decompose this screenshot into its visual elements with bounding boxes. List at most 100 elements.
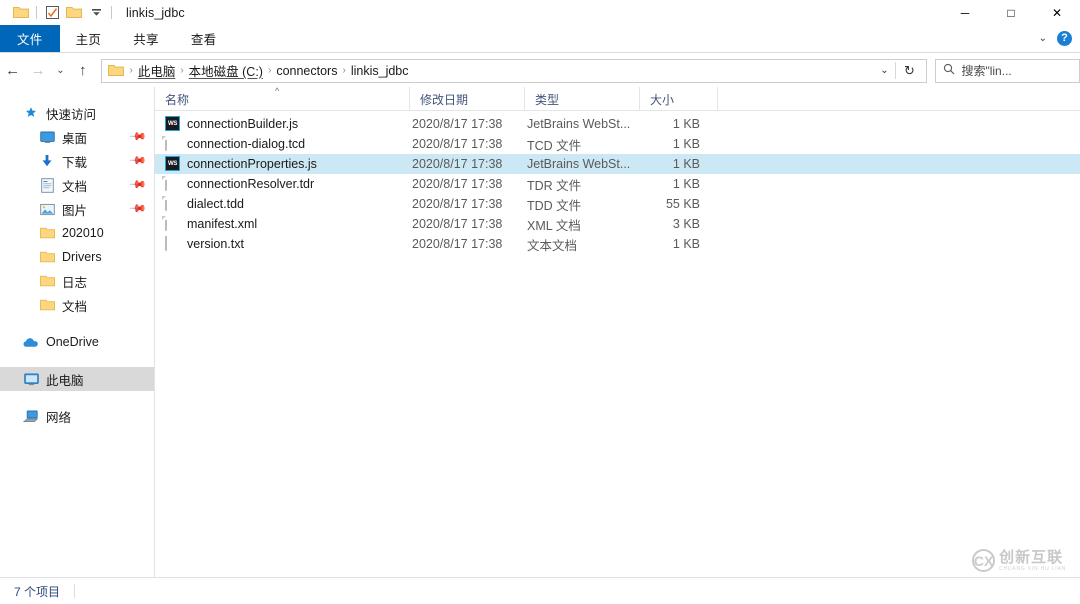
back-button[interactable]: ←: [0, 58, 25, 84]
sidebar-item-documents-folder[interactable]: 文档: [0, 293, 154, 317]
generic-file-icon: [165, 216, 180, 232]
breadcrumb[interactable]: › 此电脑 › 本地磁盘 (C:) › connectors › linkis_…: [101, 58, 928, 83]
file-name-cell: manifest.xml: [155, 216, 410, 232]
address-dropdown-icon[interactable]: ⌄: [873, 60, 895, 82]
column-header-date[interactable]: 修改日期: [410, 87, 525, 111]
text-file-icon: [165, 236, 180, 252]
recent-locations-button[interactable]: ⌄: [51, 58, 70, 84]
sidebar-item-documents[interactable]: 文档 📌: [0, 173, 154, 197]
file-date: 2020/8/17 17:38: [412, 177, 503, 191]
watermark-text: 创新互联 CHUANG XIN HU LIAN: [999, 550, 1066, 572]
search-icon: [943, 62, 955, 80]
folder-icon[interactable]: [10, 2, 32, 24]
status-bar: 7 个项目: [0, 577, 1080, 604]
column-header-name[interactable]: 名称 ^: [155, 86, 410, 111]
close-button[interactable]: ✕: [1034, 0, 1080, 25]
file-date: 2020/8/17 17:38: [412, 117, 503, 131]
file-size: 1 KB: [672, 177, 700, 191]
sidebar-label: 202010: [62, 226, 104, 240]
title-bar: linkis_jdbc ─ □ ✕: [0, 0, 1080, 25]
sidebar-item-logs[interactable]: 日志: [0, 269, 154, 293]
column-header-type[interactable]: 类型: [525, 87, 640, 111]
sidebar-item-desktop[interactable]: 桌面 📌: [0, 125, 154, 149]
sidebar-item-this-pc[interactable]: 此电脑: [0, 367, 154, 391]
breadcrumb-item-connectors[interactable]: connectors: [272, 64, 341, 78]
table-row[interactable]: manifest.xml 2020/8/17 17:38 XML 文档 3 KB: [155, 214, 1080, 234]
minimize-icon: ─: [960, 5, 970, 20]
pictures-icon: [38, 201, 56, 217]
up-button[interactable]: ↑: [70, 58, 95, 84]
file-name-cell: connectionResolver.tdr: [155, 176, 410, 192]
search-input[interactable]: 搜索"lin...: [961, 62, 1011, 79]
desktop-icon: [38, 129, 56, 145]
item-count: 7 个项目: [14, 584, 61, 599]
navigation-pane: 快速访问 桌面 📌 下载 📌 文档 📌 图片 📌 202010 Drivers …: [0, 87, 155, 577]
table-row[interactable]: WS connectionBuilder.js 2020/8/17 17:38 …: [155, 114, 1080, 134]
file-date: 2020/8/17 17:38: [412, 137, 503, 151]
sidebar-label: 日志: [62, 275, 88, 290]
watermark-logo-icon: CX: [972, 549, 996, 572]
tab-view[interactable]: 查看: [175, 25, 233, 52]
watermark-name-pinyin: CHUANG XIN HU LIAN: [999, 565, 1066, 572]
pin-icon[interactable]: 📌: [129, 175, 148, 194]
sidebar-item-drivers[interactable]: Drivers: [0, 245, 154, 269]
toolbar-divider-2: [111, 6, 112, 19]
sidebar-item-202010[interactable]: 202010: [0, 221, 154, 245]
file-size: 1 KB: [672, 117, 700, 131]
generic-file-icon: [165, 176, 180, 192]
file-name-cell: connection-dialog.tcd: [155, 136, 410, 152]
file-type: JetBrains WebSt...: [527, 117, 631, 131]
file-explorer-window: linkis_jdbc ─ □ ✕ 文件 主页 共享 查看 ⌄ ? ← → ⌄ …: [0, 0, 1080, 604]
table-row[interactable]: WS connectionProperties.js 2020/8/17 17:…: [155, 154, 1080, 174]
tab-file[interactable]: 文件: [0, 25, 60, 52]
breadcrumb-item-this-pc[interactable]: 此电脑: [134, 61, 180, 80]
tab-home[interactable]: 主页: [60, 25, 118, 52]
sidebar-item-network[interactable]: 网络: [0, 404, 154, 428]
toolbar-divider: [36, 6, 37, 19]
properties-icon[interactable]: [41, 2, 63, 24]
cloud-icon: [22, 334, 40, 350]
sidebar-item-downloads[interactable]: 下载 📌: [0, 149, 154, 173]
sidebar-label: 网络: [46, 410, 72, 425]
pin-icon[interactable]: 📌: [129, 199, 148, 218]
help-icon[interactable]: ?: [1057, 31, 1072, 46]
file-name: manifest.xml: [187, 217, 258, 231]
webstorm-js-icon: WS: [165, 156, 180, 172]
table-row[interactable]: connection-dialog.tcd 2020/8/17 17:38 TC…: [155, 134, 1080, 154]
file-date: 2020/8/17 17:38: [412, 197, 503, 211]
breadcrumb-item-local-disk[interactable]: 本地磁盘 (C:): [185, 61, 267, 80]
tab-share[interactable]: 共享: [117, 25, 175, 52]
maximize-icon: □: [1007, 5, 1015, 20]
table-row[interactable]: version.txt 2020/8/17 17:38 文本文档 1 KB: [155, 234, 1080, 254]
maximize-button[interactable]: □: [988, 0, 1034, 25]
pin-icon[interactable]: 📌: [129, 127, 148, 146]
new-folder-icon[interactable]: [63, 2, 85, 24]
breadcrumb-item-linkis-jdbc[interactable]: linkis_jdbc: [347, 64, 413, 78]
minimize-button[interactable]: ─: [942, 0, 988, 25]
refresh-button[interactable]: ↻: [896, 60, 922, 82]
sidebar-item-pictures[interactable]: 图片 📌: [0, 197, 154, 221]
column-header-name-label: 名称: [165, 92, 190, 107]
sidebar-label: 快速访问: [46, 107, 97, 122]
folder-icon: [38, 225, 56, 241]
chevron-down-icon[interactable]: [85, 2, 107, 24]
column-header-size[interactable]: 大小: [640, 87, 718, 111]
file-name: version.txt: [187, 237, 244, 251]
file-date: 2020/8/17 17:38: [412, 217, 503, 231]
pin-icon[interactable]: 📌: [129, 151, 148, 170]
sidebar-item-quick-access[interactable]: 快速访问: [0, 101, 154, 125]
file-date: 2020/8/17 17:38: [412, 237, 503, 251]
sidebar-label: 桌面: [62, 131, 88, 146]
file-size: 1 KB: [672, 137, 700, 151]
table-row[interactable]: connectionResolver.tdr 2020/8/17 17:38 T…: [155, 174, 1080, 194]
sidebar-item-onedrive[interactable]: OneDrive: [0, 330, 154, 354]
forward-button[interactable]: →: [25, 58, 50, 84]
table-row[interactable]: dialect.tdd 2020/8/17 17:38 TDD 文件 55 KB: [155, 194, 1080, 214]
search-box[interactable]: 搜索"lin...: [935, 58, 1080, 83]
chevron-down-icon[interactable]: ⌄: [1039, 33, 1047, 44]
generic-file-icon: [165, 136, 180, 152]
file-name: connection-dialog.tcd: [187, 137, 306, 151]
file-type: JetBrains WebSt...: [527, 157, 631, 171]
